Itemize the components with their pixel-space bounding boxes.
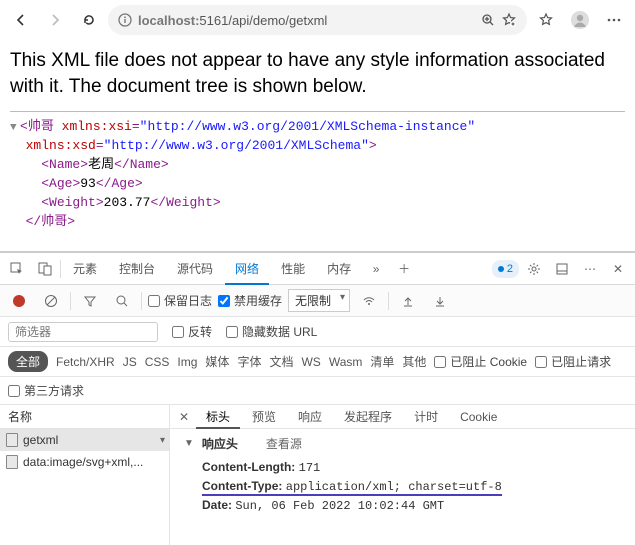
download-icon[interactable] bbox=[427, 288, 453, 314]
invert-checkbox[interactable]: 反转 bbox=[172, 323, 212, 340]
tab-memory[interactable]: 内存 bbox=[317, 253, 361, 285]
throttle-select[interactable]: 无限制 bbox=[288, 289, 350, 312]
dt-more-icon[interactable]: ⋯ bbox=[577, 256, 603, 282]
disable-cache-checkbox[interactable]: 禁用缓存 bbox=[218, 292, 282, 309]
favorites-button[interactable] bbox=[531, 5, 561, 35]
forward-button[interactable] bbox=[40, 5, 70, 35]
filter-type[interactable]: Fetch/XHR bbox=[56, 355, 115, 369]
more-button[interactable] bbox=[599, 5, 629, 35]
info-icon bbox=[118, 13, 132, 27]
collapse-icon: ▼ bbox=[184, 438, 194, 449]
xml-tree: ▼<帅哥 xmlns:xsi="http://www.w3.org/2001/X… bbox=[10, 118, 625, 231]
tab-plus-icon[interactable]: ＋ bbox=[391, 256, 417, 282]
detail-tab-response[interactable]: 响应 bbox=[288, 405, 332, 429]
tab-performance[interactable]: 性能 bbox=[271, 253, 315, 285]
filter-type[interactable]: 文档 bbox=[269, 353, 293, 370]
dock-icon[interactable] bbox=[549, 256, 575, 282]
detail-tab-initiator[interactable]: 发起程序 bbox=[334, 405, 402, 429]
filter-all[interactable]: 全部 bbox=[8, 351, 48, 372]
filter-type[interactable]: Wasm bbox=[329, 355, 363, 369]
upload-icon[interactable] bbox=[395, 288, 421, 314]
divider bbox=[10, 111, 625, 112]
zoom-icon[interactable] bbox=[481, 13, 495, 27]
filter-type[interactable]: JS bbox=[123, 355, 137, 369]
filter-icon[interactable] bbox=[77, 288, 103, 314]
detail-tab-cookies[interactable]: Cookie bbox=[450, 405, 507, 429]
preserve-log-checkbox[interactable]: 保留日志 bbox=[148, 292, 212, 309]
url-host: localhost:5161/api/demo/getxml bbox=[138, 13, 327, 28]
name-column-header[interactable]: 名称 bbox=[0, 405, 169, 429]
header-date: Date: Sun, 06 Feb 2022 10:02:44 GMT bbox=[184, 496, 621, 515]
third-party-checkbox[interactable]: 第三方请求 bbox=[8, 382, 84, 399]
request-row[interactable]: data:image/svg+xml,... bbox=[0, 451, 169, 473]
reload-button[interactable] bbox=[74, 5, 104, 35]
filter-type[interactable]: 字体 bbox=[237, 353, 261, 370]
filter-type[interactable]: 媒体 bbox=[205, 353, 229, 370]
filter-type[interactable]: WS bbox=[301, 355, 320, 369]
record-button[interactable] bbox=[6, 288, 32, 314]
back-button[interactable] bbox=[6, 5, 36, 35]
filter-type[interactable]: 其他 bbox=[402, 353, 426, 370]
hide-data-url-checkbox[interactable]: 隐藏数据 URL bbox=[226, 323, 317, 340]
tab-network[interactable]: 网络 bbox=[225, 253, 269, 285]
blocked-request-checkbox[interactable]: 已阻止请求 bbox=[535, 353, 611, 370]
file-icon bbox=[6, 433, 18, 447]
address-bar[interactable]: localhost:5161/api/demo/getxml bbox=[108, 5, 527, 35]
header-content-length: Content-Length: 171 bbox=[184, 458, 621, 477]
detail-tab-headers[interactable]: 标头 bbox=[196, 405, 240, 429]
inspect-icon[interactable] bbox=[4, 256, 30, 282]
tab-elements[interactable]: 元素 bbox=[63, 253, 107, 285]
tab-more-icon[interactable]: » bbox=[363, 256, 389, 282]
detail-tab-timing[interactable]: 计时 bbox=[404, 405, 448, 429]
response-headers-section[interactable]: ▼ 响应头 查看源 bbox=[184, 435, 621, 452]
wifi-icon[interactable] bbox=[356, 288, 382, 314]
star-add-icon[interactable] bbox=[501, 12, 517, 28]
issues-badge[interactable]: 2 bbox=[492, 260, 519, 278]
filter-type[interactable]: Img bbox=[177, 355, 197, 369]
dt-close-icon[interactable]: ✕ bbox=[605, 256, 631, 282]
xml-notice-message: This XML file does not appear to have an… bbox=[10, 48, 625, 111]
clear-button[interactable] bbox=[38, 288, 64, 314]
close-detail-icon[interactable]: ✕ bbox=[174, 410, 194, 424]
filter-type[interactable]: 清单 bbox=[370, 353, 394, 370]
filter-input[interactable] bbox=[8, 322, 158, 342]
settings-icon[interactable] bbox=[521, 256, 547, 282]
filter-type[interactable]: CSS bbox=[145, 355, 170, 369]
tab-console[interactable]: 控制台 bbox=[109, 253, 165, 285]
device-icon[interactable] bbox=[32, 256, 58, 282]
view-source-link[interactable]: 查看源 bbox=[266, 435, 302, 452]
profile-button[interactable] bbox=[565, 5, 595, 35]
blocked-cookie-checkbox[interactable]: 已阻止 Cookie bbox=[434, 353, 527, 370]
search-icon[interactable] bbox=[109, 288, 135, 314]
file-icon bbox=[6, 455, 18, 469]
header-content-type: Content-Type: application/xml; charset=u… bbox=[184, 477, 621, 496]
request-row[interactable]: getxml bbox=[0, 429, 169, 451]
tab-sources[interactable]: 源代码 bbox=[167, 253, 223, 285]
detail-tab-preview[interactable]: 预览 bbox=[242, 405, 286, 429]
